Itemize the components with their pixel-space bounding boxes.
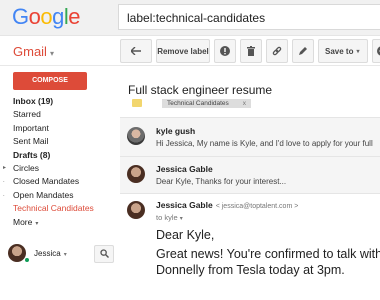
gmail-window: Google label:technical-candidates Gmail ▾… xyxy=(0,0,380,300)
remove-label-button[interactable]: Remove label xyxy=(156,39,210,63)
trash-icon xyxy=(247,46,255,56)
thread-subject: Full stack engineer resume xyxy=(128,83,273,97)
bullet-icon[interactable]: . xyxy=(3,175,5,188)
avatar xyxy=(127,165,145,183)
message-body-line: Donnelly from Tesla today at 3pm. xyxy=(156,263,345,277)
sidebar-item-closed-mandates[interactable]: . Closed Mandates xyxy=(0,175,110,188)
sidebar-item-label: Open Mandates xyxy=(13,189,74,200)
save-to-label: Save to xyxy=(325,46,354,56)
logo-letter: o xyxy=(40,4,53,29)
sidebar-item-label: Technical Candidates xyxy=(13,203,94,214)
user-name[interactable]: Jessica ▾ xyxy=(34,249,67,258)
user-panel: Jessica ▾ xyxy=(0,240,118,270)
search-people-button[interactable] xyxy=(94,245,114,263)
label-chip-text: Technical Candidates xyxy=(167,99,229,107)
sidebar-item-sent-mail[interactable]: Sent Mail xyxy=(0,135,110,148)
save-to-button[interactable]: Save to ▾ xyxy=(318,39,368,63)
message-snippet: Hi Jessica, My name is Kyle, and I'd lov… xyxy=(156,139,373,148)
sidebar-item-technical-candidates[interactable]: Technical Candidates xyxy=(0,202,110,215)
logo-letter: g xyxy=(52,4,64,29)
toolbar-row: Gmail ▾ Remove label Save to ▾ xyxy=(0,36,380,66)
gmail-app-switcher[interactable]: Gmail ▾ xyxy=(13,44,54,59)
avatar xyxy=(127,127,145,145)
label-chip[interactable]: Technical Candidates x xyxy=(162,98,252,108)
arrow-back-icon xyxy=(131,47,141,55)
sidebar-item-drafts[interactable]: Drafts (8) xyxy=(0,149,110,162)
logo-letter: e xyxy=(68,4,81,29)
chevron-down-icon: ▾ xyxy=(49,49,54,58)
avatar xyxy=(127,201,145,219)
sidebar-item-more[interactable]: More ▾ xyxy=(0,216,110,229)
bullet-icon[interactable]: . xyxy=(3,189,5,202)
sidebar-nav: Inbox (19) Starred Important Sent Mail Draft… xyxy=(0,95,110,229)
sidebar-item-inbox[interactable]: Inbox (19) xyxy=(0,95,110,108)
message-sender: Jessica Gable < jessica@toptalent.com > xyxy=(156,200,298,210)
sidebar-item-label: Starred xyxy=(13,109,41,120)
message-toolbar: Remove label Save to ▾ xyxy=(120,39,380,63)
sidebar-item-label: More xyxy=(13,216,33,227)
google-logo[interactable]: Google xyxy=(12,4,81,30)
message-sender-name: Jessica Gable xyxy=(156,200,213,210)
message-body-line: Dear Kyle, xyxy=(156,228,215,242)
online-status-icon xyxy=(24,257,30,263)
thread-labels: Technical Candidates x xyxy=(132,98,252,108)
sidebar-item-label: Closed Mandates xyxy=(13,176,80,187)
logo-letter: G xyxy=(12,4,29,29)
message-sender: Jessica Gable xyxy=(156,164,213,174)
message-collapsed[interactable]: Jessica Gable Dear Kyle, Thanks for your… xyxy=(120,157,380,193)
sidebar-item-important[interactable]: Important xyxy=(0,122,110,135)
report-spam-icon xyxy=(220,46,230,56)
chevron-down-icon: ▾ xyxy=(356,48,360,55)
chevron-down-icon: ▾ xyxy=(63,252,67,258)
sidebar-item-starred[interactable]: Starred xyxy=(0,108,110,121)
message-expanded: Jessica Gable < jessica@toptalent.com > t… xyxy=(120,194,380,300)
recipient-text: to kyle xyxy=(156,213,178,222)
sidebar-item-label: Drafts (8) xyxy=(13,149,51,160)
message-collapsed[interactable]: kyle gush Hi Jessica, My name is Kyle, a… xyxy=(120,118,380,156)
link-button[interactable] xyxy=(266,39,288,63)
user-name-text: Jessica xyxy=(34,249,61,258)
sender-email: < jessica@toptalent.com > xyxy=(215,203,299,210)
message-snippet: Dear Kyle, Thanks for your interest... xyxy=(156,177,287,186)
logo-letter: o xyxy=(28,4,41,29)
more-button[interactable] xyxy=(372,39,380,63)
sidebar-item-label: Sent Mail xyxy=(13,136,49,147)
message-body-line: Great news! You're confirmed to talk wit… xyxy=(156,247,380,261)
delete-button[interactable] xyxy=(240,39,262,63)
compose-button[interactable]: COMPOSE xyxy=(13,72,87,90)
edit-button[interactable] xyxy=(292,39,314,63)
sidebar-item-label: Circles xyxy=(13,162,39,173)
top-header: Google label:technical-candidates xyxy=(0,0,380,36)
search-icon xyxy=(99,245,109,263)
gmail-label-text: Gmail xyxy=(13,44,47,59)
pencil-icon xyxy=(298,46,308,56)
link-icon xyxy=(272,46,282,56)
close-icon[interactable]: x xyxy=(243,99,246,108)
folder-icon[interactable] xyxy=(132,99,142,107)
chevron-down-icon: ▾ xyxy=(35,220,39,227)
recipient-line[interactable]: to kyle ▾ xyxy=(156,213,183,222)
back-button[interactable] xyxy=(120,39,152,63)
message-sender: kyle gush xyxy=(156,126,196,136)
sidebar-item-label: Important xyxy=(13,122,49,133)
chevron-down-icon: ▾ xyxy=(179,216,183,222)
sidebar-item-open-mandates[interactable]: . Open Mandates xyxy=(0,189,110,202)
search-input[interactable]: label:technical-candidates xyxy=(118,4,380,30)
report-spam-button[interactable] xyxy=(214,39,236,63)
sidebar-item-circles[interactable]: ▸ Circles xyxy=(0,162,110,175)
sidebar-item-label: Inbox (19) xyxy=(13,96,54,106)
chevron-right-icon[interactable]: ▸ xyxy=(3,162,6,175)
